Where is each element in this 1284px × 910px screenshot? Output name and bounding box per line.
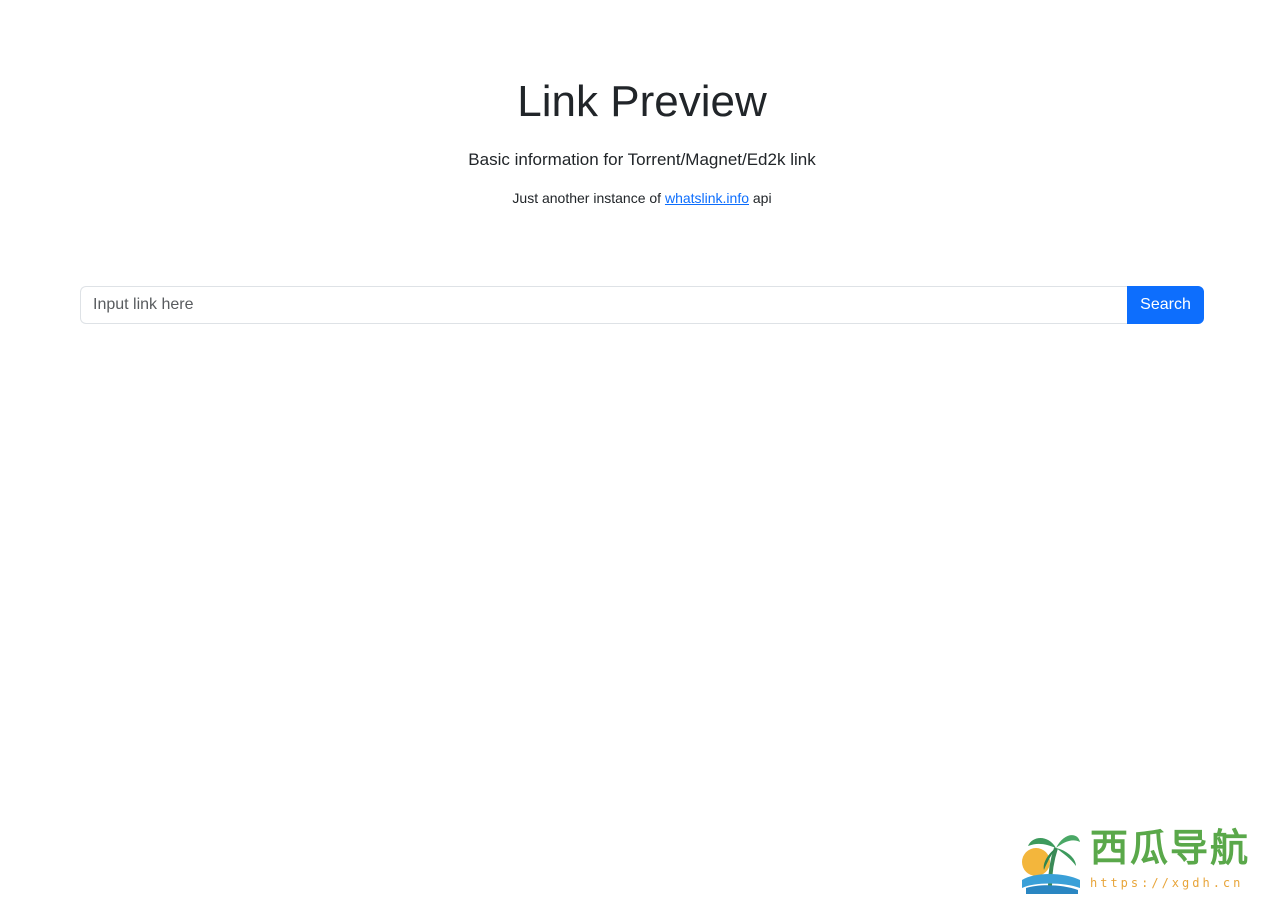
whatslink-link[interactable]: whatslink.info — [665, 190, 749, 206]
page-title: Link Preview — [517, 77, 767, 126]
search-button[interactable]: Search — [1127, 286, 1204, 324]
watermark-url: https://xgdh.cn — [1090, 876, 1244, 890]
watermark: 西瓜导航 https://xgdh.cn — [1020, 824, 1270, 896]
api-note-prefix: Just another instance of — [512, 190, 665, 206]
page: Link Preview Basic information for Torre… — [0, 0, 1284, 910]
page-subtitle: Basic information for Torrent/Magnet/Ed2… — [468, 150, 816, 169]
palm-island-logo-icon — [1022, 835, 1080, 894]
watermark-text: 西瓜导航 — [1090, 826, 1251, 870]
link-input[interactable] — [80, 286, 1127, 324]
api-note: Just another instance of whatslink.info … — [0, 188, 1284, 208]
api-note-suffix: api — [749, 190, 772, 206]
search-group: Search — [80, 286, 1204, 324]
